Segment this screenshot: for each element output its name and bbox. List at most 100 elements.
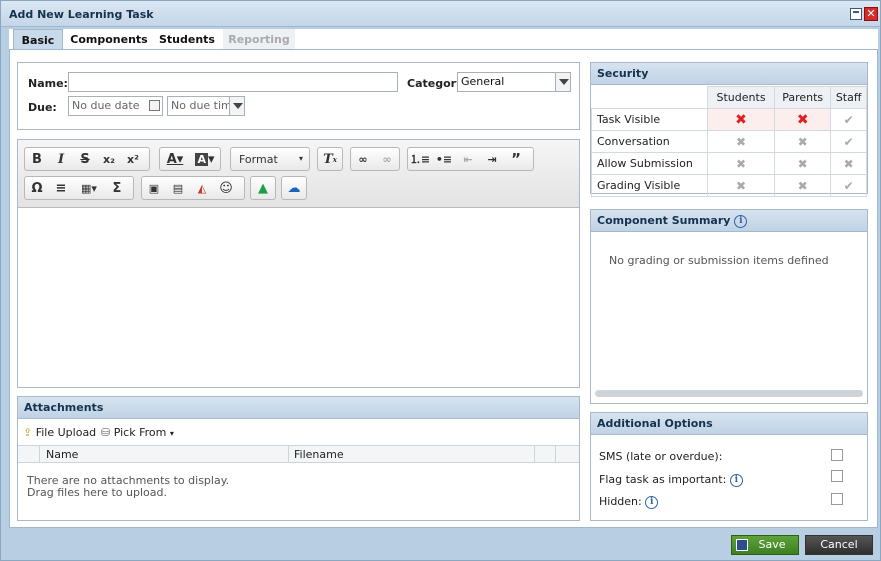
image-icon[interactable]: ▣	[142, 177, 166, 199]
blockquote-icon[interactable]: ”	[504, 148, 528, 170]
text-style-group: B I S x₂ x²	[24, 147, 150, 171]
italic-icon[interactable]: I	[49, 148, 73, 170]
unlink-icon[interactable]: ∞	[375, 148, 399, 170]
editor-body[interactable]	[18, 209, 579, 387]
tab-reporting[interactable]: Reporting	[223, 29, 295, 51]
sms-checkbox[interactable]	[831, 449, 843, 461]
remove-format-icon[interactable]: Tx	[318, 148, 342, 170]
text-color-icon[interactable]: A▾	[160, 148, 190, 170]
row-label: Conversation	[591, 130, 708, 153]
format-dropdown[interactable]: Format ▾	[230, 147, 310, 171]
cross-icon[interactable]: ✖	[706, 130, 776, 153]
due-label: Due:	[28, 101, 57, 114]
subscript-icon[interactable]: x₂	[97, 148, 121, 170]
superscript-icon[interactable]: x²	[121, 148, 145, 170]
bulleted-list-icon[interactable]: •≡	[432, 148, 456, 170]
calendar-icon[interactable]	[149, 100, 160, 111]
row-label: Allow Submission	[591, 152, 708, 175]
pick-from-button[interactable]: ⛁ Pick From ▾	[101, 426, 174, 439]
security-table: Students Parents Staff Task Visible ✖ ✖ …	[591, 86, 867, 197]
cloud-drive-icon: ⛁	[101, 426, 111, 439]
security-row-task-visible: Task Visible ✖ ✖ ✔	[591, 108, 867, 131]
security-header-row: Students Parents Staff	[591, 86, 867, 109]
formula-icon[interactable]: Σ	[105, 177, 129, 199]
component-summary-header: Component Summary i	[591, 210, 867, 232]
cross-icon[interactable]: ✖	[774, 130, 832, 153]
close-icon[interactable]: ✕	[864, 7, 878, 21]
cross-icon[interactable]: ✖	[830, 152, 867, 175]
media-group: ▣ ▤ ◭ ☺	[141, 176, 245, 200]
table-icon[interactable]: ▦▾	[73, 177, 105, 199]
upload-icon: ⇪	[23, 426, 33, 439]
cross-icon[interactable]: ✖	[774, 152, 832, 175]
flag-checkbox[interactable]	[831, 470, 843, 482]
tab-strip: Basic Components Students Reporting	[9, 29, 878, 51]
due-time-select[interactable]: No due time	[167, 96, 245, 116]
special-character-icon[interactable]: Ω	[25, 177, 49, 199]
due-date-input[interactable]: No due date	[68, 96, 163, 116]
row-label: Grading Visible	[591, 174, 708, 197]
cancel-button[interactable]: Cancel	[805, 535, 873, 555]
column-filename[interactable]: Filename	[288, 446, 344, 462]
video-icon[interactable]: ▤	[166, 177, 190, 199]
indent-icon[interactable]: ⇥	[480, 148, 504, 170]
flag-label: Flag task as important:	[599, 473, 727, 486]
cross-icon[interactable]: ✖	[706, 152, 776, 175]
category-select[interactable]: General	[457, 72, 571, 92]
header-spacer	[534, 446, 556, 462]
tab-components[interactable]: Components	[67, 29, 151, 51]
background-color-icon[interactable]: A ▾	[190, 148, 220, 170]
clear-format-group: Tx	[317, 147, 343, 171]
cross-red-icon[interactable]: ✖	[706, 108, 776, 131]
security-corner	[591, 86, 708, 109]
check-icon[interactable]: ✔	[830, 108, 867, 131]
file-upload-button[interactable]: ⇪ File Upload	[23, 426, 96, 439]
flag-label-wrap: Flag task as important: i	[599, 473, 743, 487]
dialog-window: Add New Learning Task ✕ Basic Components…	[0, 0, 881, 561]
horizontal-scrollbar[interactable]	[595, 390, 863, 397]
tab-students[interactable]: Students	[155, 29, 219, 51]
bold-icon[interactable]: B	[25, 148, 49, 170]
chevron-down-icon[interactable]	[555, 73, 570, 91]
save-button[interactable]: Save	[731, 535, 799, 555]
emoji-icon[interactable]: ☺	[214, 177, 238, 199]
strikethrough-icon[interactable]: S	[73, 148, 97, 170]
horizontal-line-icon[interactable]: ≡	[49, 177, 73, 199]
attachments-panel: Attachments ⇪ File Upload ⛁ Pick From ▾ …	[17, 396, 580, 521]
color-group: A▾ A ▾	[159, 147, 221, 171]
info-icon[interactable]: i	[729, 473, 743, 487]
link-group: ∞ ∞	[350, 147, 400, 171]
column-name[interactable]: Name	[46, 448, 78, 461]
title-bar: Add New Learning Task ✕	[1, 1, 880, 27]
google-drive-icon[interactable]: ▲	[251, 177, 275, 199]
save-icon	[736, 539, 748, 551]
window-title: Add New Learning Task	[9, 8, 154, 21]
header-spacer	[18, 446, 40, 462]
onedrive-group: ☁	[281, 176, 307, 200]
check-icon[interactable]: ✔	[830, 174, 867, 197]
onedrive-icon[interactable]: ☁	[282, 177, 306, 199]
cross-icon[interactable]: ✖	[774, 174, 832, 197]
cross-icon[interactable]: ✖	[706, 174, 776, 197]
chart-icon[interactable]: ◭	[190, 177, 214, 199]
info-icon[interactable]: i	[645, 495, 659, 509]
name-input[interactable]	[68, 72, 398, 92]
cross-red-icon[interactable]: ✖	[774, 108, 832, 131]
sms-label: SMS (late or overdue):	[599, 450, 723, 463]
chevron-down-icon: ▾	[169, 429, 174, 438]
numbered-list-icon[interactable]: ⒈≡	[408, 148, 432, 170]
component-summary-empty: No grading or submission items defined	[609, 254, 829, 267]
due-date-placeholder: No due date	[72, 99, 140, 112]
hidden-checkbox[interactable]	[831, 493, 843, 505]
chevron-down-icon: ▾	[298, 154, 303, 163]
main-content: Name: Category: General Due: No due date…	[9, 49, 878, 528]
info-icon[interactable]: i	[734, 214, 748, 228]
col-students: Students	[706, 86, 776, 109]
link-icon[interactable]: ∞	[351, 148, 375, 170]
chevron-down-icon[interactable]	[229, 97, 244, 115]
check-icon[interactable]: ✔	[830, 130, 867, 153]
minimize-icon[interactable]	[850, 8, 862, 20]
tab-basic[interactable]: Basic	[13, 29, 63, 51]
rich-text-editor: B I S x₂ x² A▾ A ▾ Format ▾ Tx ∞ ∞ ⒈≡ •≡…	[17, 139, 580, 388]
outdent-icon[interactable]: ⇤	[456, 148, 480, 170]
